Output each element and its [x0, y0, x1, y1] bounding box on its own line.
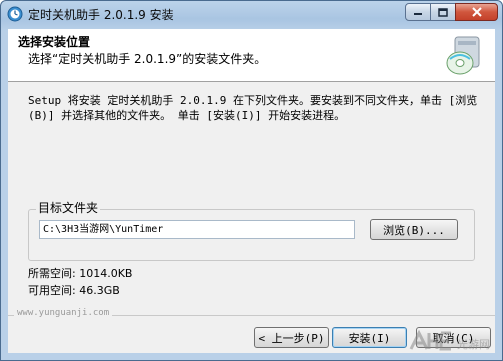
installer-disc-icon: [446, 36, 480, 75]
page-header: 选择安装位置 选择“定时关机助手 2.0.1.9”的安装文件夹。: [8, 29, 495, 82]
app-icon: [7, 6, 23, 22]
close-button[interactable]: [455, 3, 498, 21]
available-space: 可用空间: 46.3GB: [28, 284, 120, 297]
install-button[interactable]: 安装(I): [332, 327, 407, 348]
caption-buttons: [405, 3, 498, 22]
install-description: Setup 将安装 定时关机助手 2.0.1.9 在下列文件夹。要安装到不同文件…: [28, 94, 478, 122]
install-path-input[interactable]: C:\3H3当游网\YunTimer: [39, 220, 355, 239]
site-watermark-logo: 光游网: [409, 329, 490, 351]
close-icon: [471, 7, 482, 17]
installer-window: 定时关机助手 2.0.1.9 安装 选择安装位置 选择“定时关机助手 2.0.1…: [0, 0, 503, 361]
back-button[interactable]: < 上一步(P): [254, 327, 329, 348]
required-space: 所需空间: 1014.0KB: [28, 267, 133, 280]
maximize-button[interactable]: [430, 3, 456, 21]
dialog-client: 选择安装位置 选择“定时关机助手 2.0.1.9”的安装文件夹。 Setup 将…: [8, 29, 495, 353]
page-subtitle: 选择“定时关机助手 2.0.1.9”的安装文件夹。: [28, 52, 267, 66]
page-title: 选择安装位置: [18, 35, 91, 49]
window-title: 定时关机助手 2.0.1.9 安装: [28, 8, 174, 22]
minimize-button[interactable]: [405, 3, 431, 21]
svg-text:光游网: 光游网: [457, 337, 490, 351]
maximize-icon: [438, 7, 448, 17]
title-bar[interactable]: 定时关机助手 2.0.1.9 安装: [1, 1, 502, 27]
minimize-icon: [414, 13, 422, 15]
brand-url: www.yunguanji.com: [14, 308, 113, 318]
browse-button[interactable]: 浏览(B)...: [370, 219, 458, 240]
target-folder-label: 目标文件夹: [36, 199, 101, 216]
